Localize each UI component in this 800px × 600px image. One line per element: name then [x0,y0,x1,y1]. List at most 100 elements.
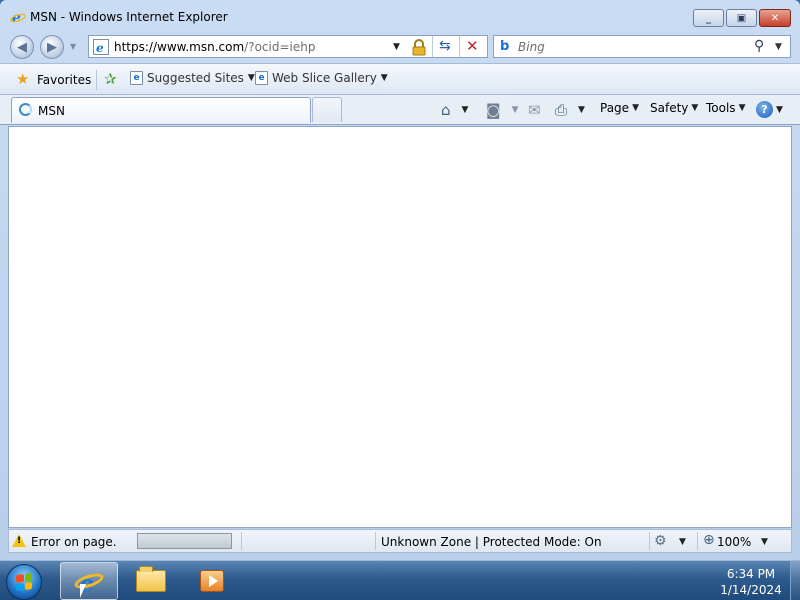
status-divider [241,532,242,550]
status-divider [697,532,698,550]
add-to-favorites-bar-icon[interactable]: ✰ [104,70,117,88]
search-placeholder[interactable]: Bing [518,40,545,54]
loading-spinner-icon [19,103,32,116]
recent-pages-dropdown[interactable]: ▼ [70,42,76,51]
tools-menu-label: Tools [706,101,736,115]
search-options-dropdown-icon[interactable]: ▼ [775,42,782,52]
ie-logo-icon: e [10,10,26,25]
windows-logo-icon [16,573,32,591]
chevron-down-icon[interactable]: ▼ [679,537,686,547]
taskbar-media-player[interactable] [182,562,240,600]
address-dropdown-icon[interactable]: ▼ [393,42,400,52]
safety-menu[interactable]: Safety ▼ [650,101,698,115]
bing-logo-icon: b [500,39,510,54]
back-arrow-icon: ◀ [17,39,27,55]
home-icon: ⌂ [441,101,451,119]
lock-icon[interactable] [411,39,427,56]
window-title: MSN - Windows Internet Explorer [30,10,228,24]
search-icon[interactable]: ⚲ [754,38,764,54]
status-message[interactable]: Error on page. [31,535,117,549]
mouse-cursor-icon [80,584,86,598]
close-icon: ✕ [770,12,780,24]
favorites-star-icon[interactable]: ★ [16,70,29,88]
show-desktop-button[interactable] [790,561,800,600]
new-tab-button[interactable] [312,97,342,122]
address-url[interactable]: https://www.msn.com/?ocid=iehp [114,40,315,54]
page-icon: e [130,71,143,85]
chevron-down-icon[interactable]: ▼ [462,105,469,115]
forward-button[interactable]: ▶ [40,35,64,59]
status-bar: ! Error on page. Unknown Zone | Protecte… [8,529,792,553]
favorites-divider [96,70,97,90]
address-bar[interactable]: e https://www.msn.com/?ocid=iehp ▼ ⇆ ✕ [88,35,488,58]
page-favicon-icon: e [93,39,109,55]
taskbar-internet-explorer[interactable]: e [60,562,118,600]
page-menu[interactable]: Page ▼ [600,101,639,115]
chevron-down-icon: ▼ [776,104,783,115]
zoom-dropdown-icon[interactable]: ▼ [761,537,768,547]
address-divider [459,36,460,57]
rss-feed-icon: ◙ [486,101,501,119]
clock-time: 6:34 PM [726,567,776,581]
help-menu[interactable]: ? ▼ [756,101,783,118]
favorites-button[interactable]: Favorites [37,73,91,87]
url-prefix: https://www. [114,40,190,54]
security-zone[interactable]: Unknown Zone | Protected Mode: On [381,535,602,549]
chevron-down-icon: ▼ [632,103,639,113]
progress-bar [137,533,232,549]
suggested-sites-button[interactable]: e Suggested Sites ▼ [130,71,255,85]
feeds-button[interactable]: ◙ ▼ [486,101,518,119]
safety-menu-label: Safety [650,101,689,115]
warning-glyph: ! [17,536,22,546]
refresh-icon[interactable]: ⇆ [439,38,451,54]
print-button[interactable]: ⎙ ▼ [555,101,585,119]
chevron-down-icon[interactable]: ▼ [578,105,585,115]
minimize-button[interactable]: _ [693,9,724,27]
maximize-icon: ▣ [736,12,747,24]
url-host: msn.com [189,40,245,54]
read-mail-button[interactable]: ✉ [528,101,541,119]
close-button[interactable]: ✕ [759,9,791,27]
maximize-button[interactable]: ▣ [726,9,757,27]
favorites-bar: ★ Favorites ✰ e Suggested Sites ▼ e Web … [0,63,800,95]
svg-text:e: e [96,41,104,55]
zoom-level[interactable]: 100% [717,535,751,549]
home-button[interactable]: ⌂ ▼ [441,101,468,119]
status-divider [375,532,376,550]
start-button[interactable] [6,564,42,600]
suggested-sites-label: Suggested Sites [147,71,244,85]
taskbar-windows-explorer[interactable] [121,562,179,600]
tab-label: MSN [38,104,65,118]
status-divider [649,532,650,550]
tools-menu[interactable]: Tools ▼ [706,101,745,115]
taskbar: e 6:34 PM 1/14/2024 [0,560,800,600]
chevron-down-icon[interactable]: ▼ [512,105,519,115]
page-icon: e [255,71,268,85]
stop-icon[interactable]: ✕ [466,37,479,55]
help-icon: ? [756,101,773,118]
ie-window: e MSN - Windows Internet Explorer _ ▣ ✕ … [0,0,800,560]
chevron-down-icon: ▼ [247,73,255,83]
minimize-icon: _ [706,12,711,24]
printer-icon: ⎙ [555,101,568,119]
clock-date: 1/14/2024 [720,583,782,597]
chevron-down-icon: ▼ [380,73,388,83]
warning-icon[interactable]: ! [12,534,26,547]
page-menu-label: Page [600,101,630,115]
web-slice-gallery-label: Web Slice Gallery [272,71,377,85]
page-content-area[interactable] [8,126,792,528]
system-clock[interactable]: 6:34 PM 1/14/2024 [716,566,786,598]
chevron-down-icon: ▼ [691,103,699,113]
privacy-settings-icon[interactable]: ⚙ [654,533,667,549]
back-button[interactable]: ◀ [10,35,34,59]
web-slice-gallery-button[interactable]: e Web Slice Gallery ▼ [255,71,388,85]
chevron-down-icon: ▼ [738,103,746,113]
tab-row: MSN ⌂ ▼ ◙ ▼ ✉ ⎙ ▼ Page ▼ Safety ▼ Tools … [0,95,800,125]
folder-icon [136,566,166,592]
tab-msn[interactable]: MSN [11,97,311,123]
forward-arrow-icon: ▶ [47,39,57,55]
title-bar[interactable]: e MSN - Windows Internet Explorer _ ▣ ✕ [0,0,800,32]
address-divider [432,36,433,57]
zoom-icon[interactable]: ⊕ [703,532,715,548]
search-box[interactable]: b Bing ⚲ ▼ [493,35,791,58]
